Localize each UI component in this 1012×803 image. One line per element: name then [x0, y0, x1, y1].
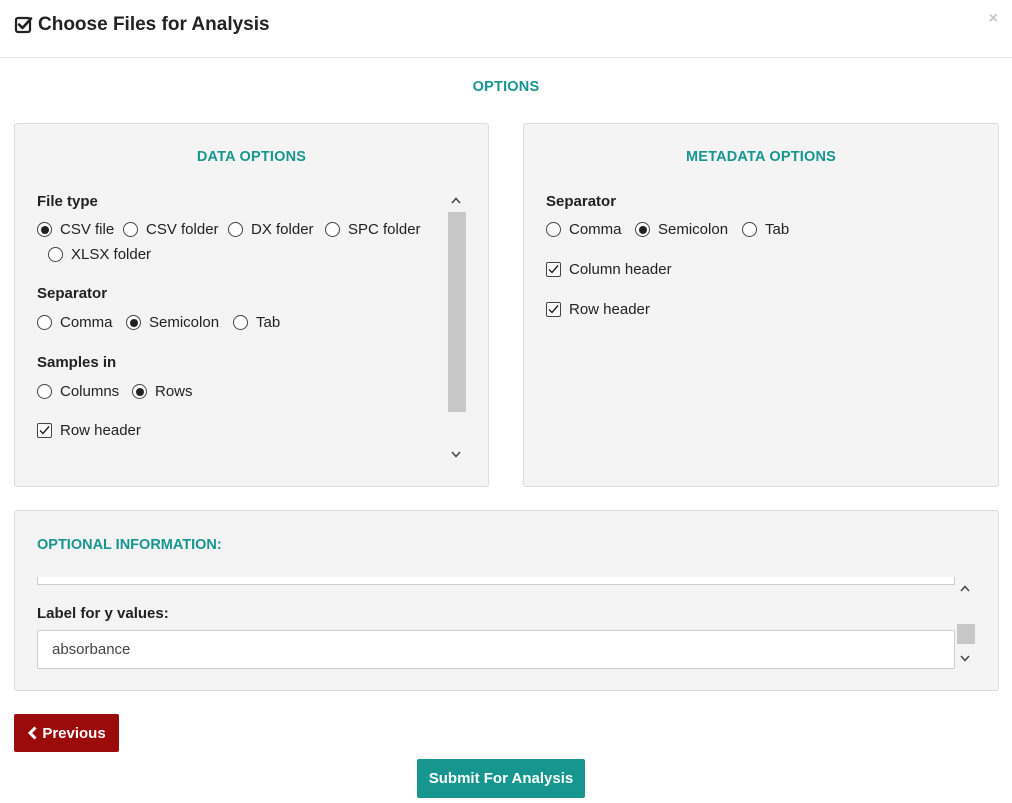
modal-header: Choose Files for Analysis × [0, 0, 1012, 58]
radio-button[interactable] [546, 222, 561, 237]
meta-radio-comma[interactable]: Comma [546, 221, 622, 238]
optional-info-scrollbar[interactable] [956, 578, 975, 668]
meta-radio-tab[interactable]: Tab [742, 221, 789, 238]
radio-comma[interactable]: Comma [37, 314, 113, 331]
previous-button[interactable]: Previous [14, 714, 119, 752]
radio-columns[interactable]: Columns [37, 383, 119, 400]
scroll-up-icon[interactable] [956, 580, 974, 596]
radio-button[interactable] [123, 222, 138, 237]
meta-column-header-checkbox[interactable]: Column header [546, 261, 672, 278]
radio-button[interactable] [742, 222, 757, 237]
radio-button[interactable] [37, 384, 52, 399]
optional-info-scroll-area: Label for y values: [37, 577, 977, 669]
radio-rows[interactable]: Rows [132, 383, 193, 400]
submit-button-label: Submit For Analysis [428, 770, 574, 787]
modal-title: Choose Files for Analysis [14, 14, 270, 36]
checkmark-icon [548, 265, 559, 274]
file-type-label: File type [37, 193, 98, 210]
separator-label: Separator [37, 285, 108, 302]
optional-information-panel: OPTIONAL INFORMATION: Label for y values… [14, 510, 999, 691]
checkbox[interactable] [37, 423, 52, 438]
radio-spc-folder[interactable]: SPC folder [325, 221, 421, 238]
samples-in-label: Samples in [37, 354, 117, 371]
radio-button[interactable] [126, 315, 141, 330]
previous-button-label: Previous [42, 724, 106, 742]
radio-button[interactable] [228, 222, 243, 237]
meta-row-header-checkbox[interactable]: Row header [546, 301, 650, 318]
chevron-left-icon [28, 726, 37, 740]
radio-semicolon[interactable]: Semicolon [126, 314, 219, 331]
metadata-options-panel: METADATA OPTIONS Separator Comma Semicol… [523, 123, 999, 487]
radio-xlsx-folder[interactable]: XLSX folder [48, 246, 151, 263]
radio-dx-folder[interactable]: DX folder [228, 221, 314, 238]
scroll-thumb[interactable] [957, 624, 975, 644]
optional-information-title: OPTIONAL INFORMATION: [37, 537, 222, 553]
checkbox[interactable] [546, 302, 561, 317]
scroll-up-icon[interactable] [447, 192, 465, 208]
radio-csv-folder[interactable]: CSV folder [123, 221, 219, 238]
checkmark-icon [39, 426, 50, 435]
data-options-panel: DATA OPTIONS File type CSV file CSV fold… [14, 123, 489, 487]
radio-button[interactable] [635, 222, 650, 237]
row-header-checkbox[interactable]: Row header [37, 422, 141, 439]
options-title: OPTIONS [472, 79, 540, 95]
radio-button[interactable] [233, 315, 248, 330]
scroll-down-icon[interactable] [956, 650, 974, 666]
meta-separator-label: Separator [546, 193, 617, 210]
checkmark-icon [548, 305, 559, 314]
radio-button[interactable] [37, 315, 52, 330]
scroll-down-icon[interactable] [447, 446, 465, 462]
submit-for-analysis-button[interactable]: Submit For Analysis [417, 759, 585, 798]
radio-tab[interactable]: Tab [233, 314, 280, 331]
radio-button[interactable] [48, 247, 63, 262]
modal-title-text: Choose Files for Analysis [38, 14, 270, 35]
data-options-title: DATA OPTIONS [196, 149, 307, 165]
radio-button[interactable] [132, 384, 147, 399]
close-icon[interactable]: × [989, 10, 998, 28]
y-values-input[interactable] [37, 630, 955, 669]
meta-radio-semicolon[interactable]: Semicolon [635, 221, 728, 238]
radio-button[interactable] [325, 222, 340, 237]
check-square-icon [14, 16, 33, 34]
radio-csv-file[interactable]: CSV file [37, 221, 114, 238]
y-values-label: Label for y values: [37, 605, 169, 622]
metadata-options-title: METADATA OPTIONS [685, 149, 837, 165]
radio-button[interactable] [37, 222, 52, 237]
scroll-thumb[interactable] [448, 212, 466, 412]
partial-input-field[interactable] [37, 577, 955, 585]
checkbox[interactable] [546, 262, 561, 277]
data-options-scrollbar[interactable] [447, 192, 466, 464]
